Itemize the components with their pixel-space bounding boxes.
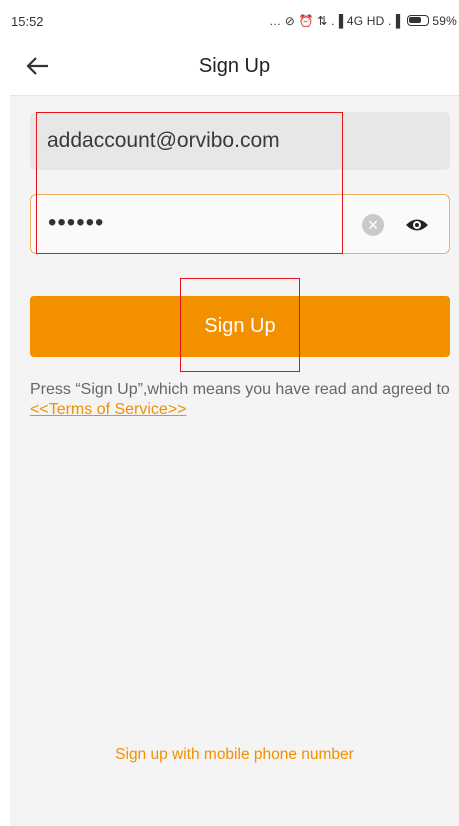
page-title: Sign Up (198, 55, 271, 77)
battery-icon (406, 15, 429, 26)
terms-text: Press “Sign Up”,which means you have rea… (30, 381, 450, 398)
status-bar: 15:52 … ⊘ ⏰ ⇅ .▐ 4G HD .▐ 59% (10, 8, 459, 34)
terms-notice: Press “Sign Up”,which means you have rea… (30, 380, 450, 420)
status-time: 15:52 (11, 14, 44, 29)
status-icons-text: … ⊘ ⏰ ⇅ .▐ 4G HD .▐ (269, 14, 401, 28)
terms-of-service-link[interactable]: <<Terms of Service>> (30, 401, 187, 418)
clear-icon[interactable]: ✕ (362, 214, 384, 236)
annotation-box-button (180, 278, 300, 372)
eye-icon[interactable] (405, 215, 429, 235)
annotation-box-fields (36, 112, 343, 254)
phone-signup-link[interactable]: Sign up with mobile phone number (10, 746, 459, 764)
battery-level: 59% (432, 14, 457, 28)
app-bar: Sign Up (10, 34, 459, 96)
status-indicators: … ⊘ ⏰ ⇅ .▐ 4G HD .▐ 59% (269, 14, 457, 28)
app-frame: 15:52 … ⊘ ⏰ ⇅ .▐ 4G HD .▐ 59% Sign Up ad… (10, 8, 459, 826)
